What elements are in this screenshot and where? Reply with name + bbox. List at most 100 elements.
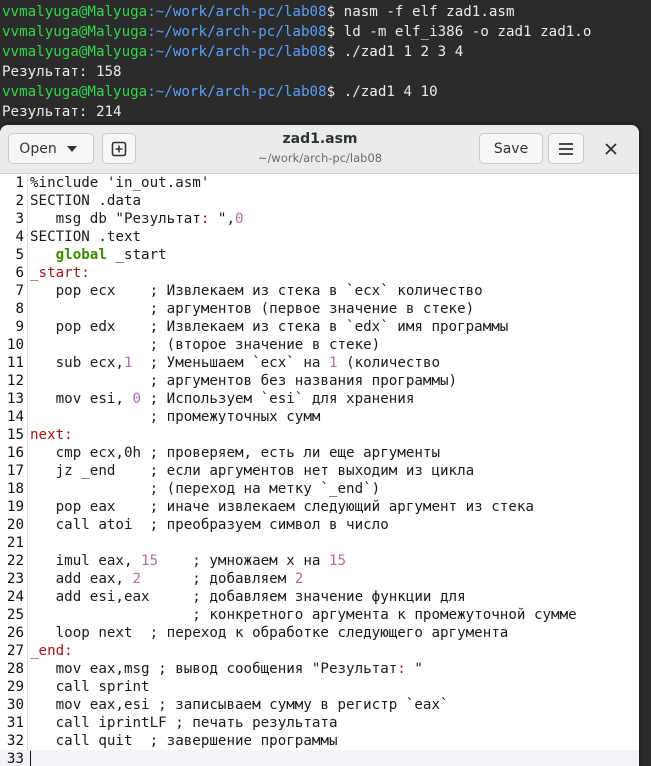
- line-number: 32: [6, 733, 24, 749]
- code-line[interactable]: 7 pop ecx ; Извлекаем из стека в `ecx` к…: [0, 282, 639, 300]
- line-number: 17: [6, 463, 24, 479]
- chevron-down-icon: [66, 145, 77, 152]
- terminal-user: vvmalyuga@Malyuga: [2, 44, 148, 60]
- window-title: zad1.asm: [282, 131, 358, 147]
- code-text: pop eax ; иначе извлекаем следующий аргу…: [30, 499, 534, 515]
- code-text: ; аргументов без названия программы): [30, 373, 458, 389]
- line-number: 28: [6, 661, 24, 677]
- code-line[interactable]: 10 ; (второе значение в стеке): [0, 336, 639, 354]
- code-line[interactable]: 19 pop eax ; иначе извлекаем следующий а…: [0, 498, 639, 516]
- code-text: ; аргументов (первое значение в стеке): [30, 301, 475, 317]
- code-text: ; конкретного аргумента к промежуточной …: [30, 607, 577, 623]
- code-line[interactable]: 24 add esi,eax ; добавляем значение функ…: [0, 588, 639, 606]
- code-line[interactable]: 17 jz _end ; если аргументов нет выходим…: [0, 462, 639, 480]
- new-tab-button[interactable]: [102, 133, 136, 164]
- line-number: 4: [15, 229, 24, 245]
- terminal-user: vvmalyuga@Malyuga: [2, 24, 148, 40]
- code-line[interactable]: 20 call atoi ; преобразуем символ в числ…: [0, 516, 639, 534]
- line-number: 10: [6, 337, 24, 353]
- line-number: 3: [15, 211, 24, 227]
- line-number: 8: [15, 301, 24, 317]
- code-line[interactable]: 8 ; аргументов (первое значение в стеке): [0, 300, 639, 318]
- code-text: call iprintLF ; печать результата: [30, 715, 338, 731]
- code-line[interactable]: 25 ; конкретного аргумента к промежуточн…: [0, 606, 639, 624]
- code-line[interactable]: 13 mov esi, 0 ; Используем `esi` для хра…: [0, 390, 639, 408]
- terminal-path: :~/work/arch-pc/lab08: [147, 84, 327, 100]
- code-line[interactable]: 16 cmp ecx,0h ; проверяем, есть ли еще а…: [0, 444, 639, 462]
- line-number: 9: [15, 319, 24, 335]
- line-number: 25: [6, 607, 24, 623]
- code-text: loop next ; переход к обработке следующе…: [30, 625, 509, 641]
- terminal-command: $ nasm -f elf zad1.asm: [326, 4, 515, 20]
- code-editor[interactable]: 1 %include 'in_out.asm' 2 SECTION .data 3 ms…: [0, 174, 639, 766]
- terminal-line: vvmalyuga@Malyuga:~/work/arch-pc/lab08$ …: [2, 22, 591, 42]
- code-line[interactable]: 6 _start:: [0, 264, 639, 282]
- code-text: ; (переход на метку `_end`): [30, 481, 381, 497]
- code-text: next:: [30, 427, 73, 443]
- gedit-window: Open zad1.asm ~/work/arch-pc/lab08 Save: [0, 125, 639, 766]
- close-icon: [605, 142, 617, 155]
- code-text: mov esi, 0 ; Используем `esi` для хранен…: [30, 391, 415, 407]
- code-text: sub ecx,1 ; Уменьшаем `ecx` на 1 (количе…: [30, 355, 441, 371]
- close-button[interactable]: [594, 133, 628, 164]
- terminal-path: :~/work/arch-pc/lab08: [147, 4, 327, 20]
- code-text: pop ecx ; Извлекаем из стека в `ecx` кол…: [30, 283, 483, 299]
- code-line[interactable]: 27 _end:: [0, 642, 639, 660]
- code-text: call quit ; завершение программы: [30, 733, 338, 749]
- code-text: pop edx ; Извлекаем из стека в `edx` имя…: [30, 319, 509, 335]
- code-text: %include 'in_out.asm': [30, 175, 210, 191]
- code-line[interactable]: 18 ; (переход на метку `_end`): [0, 480, 639, 498]
- save-button[interactable]: Save: [479, 133, 543, 164]
- terminal-line: vvmalyuga@Malyuga:~/work/arch-pc/lab08$ …: [2, 2, 515, 22]
- code-text: global _start: [55, 247, 167, 263]
- code-line[interactable]: 4 SECTION .text: [0, 228, 639, 246]
- open-button-label: Open: [19, 140, 57, 157]
- line-number: 20: [6, 517, 24, 533]
- code-line[interactable]: 28 mov eax,msg ; вывод сообщения "Резуль…: [0, 660, 639, 678]
- line-number: 18: [6, 481, 24, 497]
- terminal-output: Результат: 158: [2, 64, 122, 80]
- terminal-line: vvmalyuga@Malyuga:~/work/arch-pc/lab08$ …: [2, 82, 438, 102]
- line-number: 23: [6, 571, 24, 587]
- code-line[interactable]: 23 add eax, 2 ; добавляем 2: [0, 570, 639, 588]
- code-text: _end:: [30, 643, 73, 659]
- code-line[interactable]: 11 sub ecx,1 ; Уменьшаем `ecx` на 1 (кол…: [0, 354, 639, 372]
- line-number: 24: [6, 589, 24, 605]
- code-text: ; промежуточных сумм: [30, 409, 321, 425]
- code-line[interactable]: 15 next:: [0, 426, 639, 444]
- code-line[interactable]: 14 ; промежуточных сумм: [0, 408, 639, 426]
- line-number: 19: [6, 499, 24, 515]
- line-number: 27: [6, 643, 24, 659]
- code-line[interactable]: 5 global _start: [0, 246, 639, 264]
- line-number: 5: [15, 247, 24, 263]
- text-cursor: [30, 751, 31, 766]
- code-line[interactable]: 21: [0, 534, 639, 552]
- terminal-command: $ ./zad1 1 2 3 4: [326, 44, 464, 60]
- hamburger-menu-icon: [558, 142, 574, 156]
- line-number: 16: [6, 445, 24, 461]
- code-line[interactable]: 2 SECTION .data: [0, 192, 639, 210]
- open-button[interactable]: Open: [8, 133, 94, 164]
- code-line[interactable]: 30 mov eax,esi ; записываем сумму в реги…: [0, 696, 639, 714]
- code-line[interactable]: 3 msg db "Результат: ",0: [0, 210, 639, 228]
- code-line[interactable]: 1 %include 'in_out.asm': [0, 174, 639, 192]
- menu-button[interactable]: [548, 133, 584, 164]
- code-line[interactable]: 12 ; аргументов без названия программы): [0, 372, 639, 390]
- code-line[interactable]: 33: [0, 750, 639, 766]
- code-text: add esi,eax ; добавляем значение функции…: [30, 589, 466, 605]
- code-line[interactable]: 29 call sprint: [0, 678, 639, 696]
- new-tab-icon: [111, 141, 127, 157]
- terminal-command: $ ./zad1 4 10: [326, 84, 438, 100]
- line-number: 26: [6, 625, 24, 641]
- code-line[interactable]: 32 call quit ; завершение программы: [0, 732, 639, 750]
- terminal-command: $ ld -m elf_i386 -o zad1 zad1.o: [326, 24, 592, 40]
- line-number: 29: [6, 679, 24, 695]
- line-number: 33: [6, 751, 24, 766]
- terminal-line: vvmalyuga@Malyuga:~/work/arch-pc/lab08$ …: [2, 42, 463, 62]
- code-text: mov eax,esi ; записываем сумму в регистр…: [30, 697, 449, 713]
- code-line[interactable]: 31 call iprintLF ; печать результата: [0, 714, 639, 732]
- code-text: jz _end ; если аргументов нет выходим из…: [30, 463, 475, 479]
- code-line[interactable]: 9 pop edx ; Извлекаем из стека в `edx` и…: [0, 318, 639, 336]
- code-line[interactable]: 22 imul eax, 15 ; умножаем x на 15: [0, 552, 639, 570]
- code-line[interactable]: 26 loop next ; переход к обработке следу…: [0, 624, 639, 642]
